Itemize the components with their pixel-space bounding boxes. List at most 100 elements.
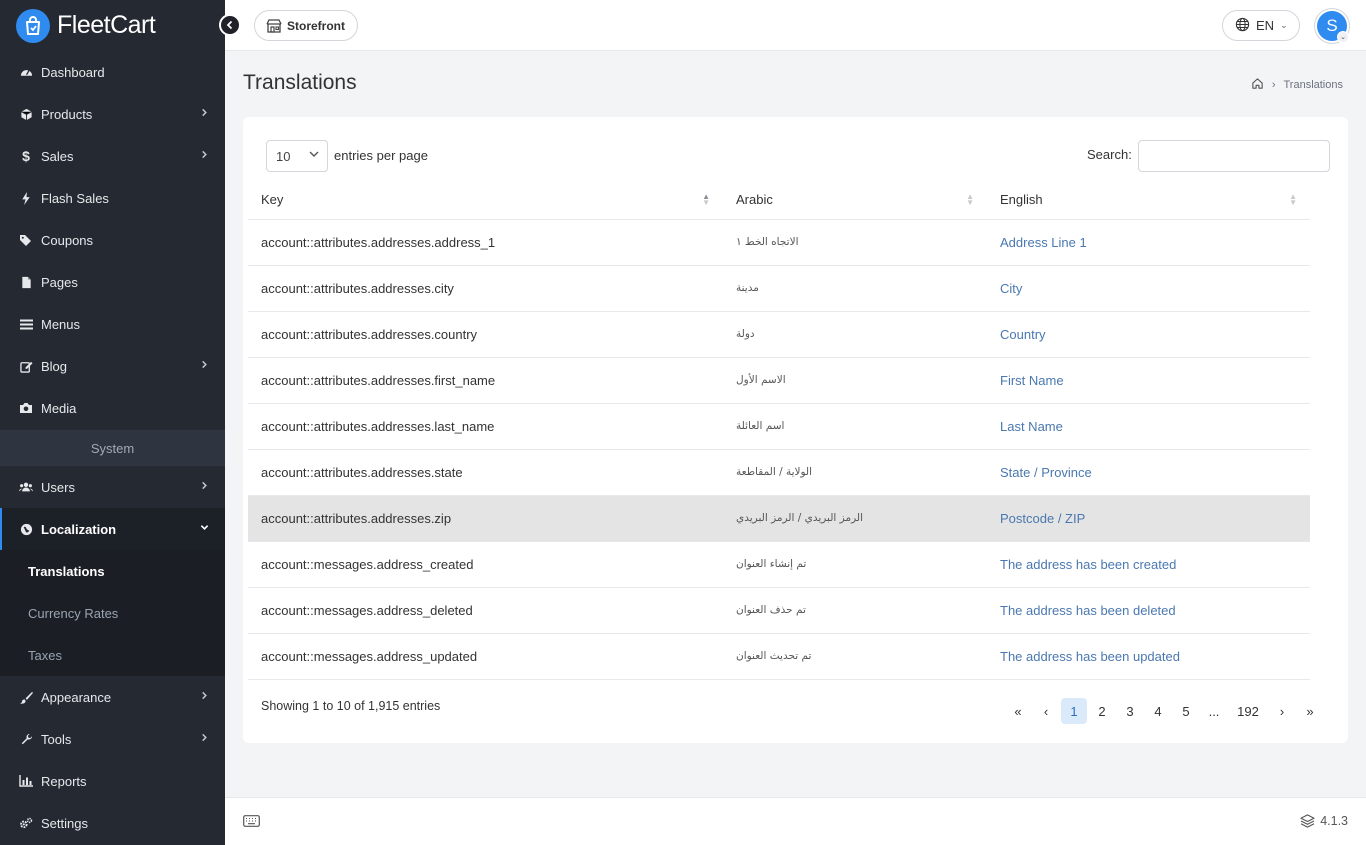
sidebar-item-products[interactable]: Products	[0, 93, 225, 135]
layers-icon	[1300, 814, 1315, 828]
tags-icon	[19, 233, 33, 247]
pagination-next-button[interactable]: ›	[1269, 698, 1295, 724]
column-header-key[interactable]: Key ▲ ▼	[248, 181, 723, 220]
sidebar-item-media[interactable]: Media	[0, 387, 225, 429]
chevron-down-icon	[309, 150, 319, 161]
cell-english[interactable]: Postcode / ZIP	[987, 495, 1310, 542]
chevron-right-icon	[200, 360, 209, 372]
cell-english[interactable]: City	[987, 265, 1310, 312]
cell-arabic: مدينة	[723, 265, 987, 312]
table-row[interactable]: account::attributes.addresses.zip الرمز ا…	[248, 495, 1310, 542]
keyboard-icon[interactable]	[243, 815, 260, 830]
cell-arabic: الولاية / المقاطعة	[723, 449, 987, 496]
cell-key: account::messages.address_updated	[248, 633, 723, 680]
sidebar-item-sales[interactable]: $ Sales	[0, 135, 225, 177]
pagination-page-3[interactable]: 3	[1117, 698, 1143, 724]
chevron-right-icon	[200, 150, 209, 162]
table-row[interactable]: account::attributes.addresses.last_name ا…	[248, 403, 1310, 450]
table-row[interactable]: account::attributes.addresses.state الولا…	[248, 449, 1310, 496]
cell-key: account::messages.address_deleted	[248, 587, 723, 634]
sidebar-item-label: Users	[41, 479, 75, 495]
sidebar-item-flash-sales[interactable]: Flash Sales	[0, 177, 225, 219]
dollar-icon: $	[22, 148, 30, 164]
cell-arabic: اسم العائلة	[723, 403, 987, 450]
sidebar-item-label: Dashboard	[41, 64, 105, 80]
pagination-ellipsis[interactable]: ...	[1201, 698, 1227, 724]
cell-english[interactable]: State / Province	[987, 449, 1310, 496]
sidebar-item-reports[interactable]: Reports	[0, 760, 225, 802]
table-row[interactable]: account::messages.address_updated تم تحدي…	[248, 633, 1310, 680]
sidebar-subitem-currency-rates[interactable]: Currency Rates	[0, 592, 225, 634]
pagination-last-button[interactable]: »	[1297, 698, 1323, 724]
pagination-prev-button[interactable]: ‹	[1033, 698, 1059, 724]
table-row[interactable]: account::messages.address_created تم إنشا…	[248, 541, 1310, 588]
sidebar-collapse-button[interactable]	[219, 14, 241, 36]
language-selector[interactable]: EN ⌄	[1222, 10, 1300, 41]
sidebar-item-appearance[interactable]: Appearance	[0, 676, 225, 718]
table-row[interactable]: account::attributes.addresses.city مدينة C…	[248, 265, 1310, 312]
file-icon	[19, 275, 33, 289]
brand[interactable]: FleetCart	[0, 0, 225, 51]
column-header-english[interactable]: English ▲ ▼	[987, 181, 1310, 220]
pagination-page-4[interactable]: 4	[1145, 698, 1171, 724]
sidebar-item-label: Menus	[41, 316, 81, 332]
sidebar-item-blog[interactable]: Blog	[0, 345, 225, 387]
pagination: «‹ 1 2 3 4 5... 192 ›»	[1003, 698, 1323, 724]
sidebar-item-label: Reports	[41, 773, 87, 789]
cell-key: account::attributes.addresses.last_name	[248, 403, 723, 450]
pagination-first-button[interactable]: «	[1005, 698, 1031, 724]
cell-english[interactable]: Country	[987, 311, 1310, 358]
globe-icon	[19, 522, 33, 536]
sidebar-item-menus[interactable]: Menus	[0, 303, 225, 345]
pagination-page-5[interactable]: 5	[1173, 698, 1199, 724]
cell-key: account::attributes.addresses.address_1	[248, 219, 723, 266]
table-row[interactable]: account::attributes.addresses.first_name…	[248, 357, 1310, 404]
sidebar-item-pages[interactable]: Pages	[0, 261, 225, 303]
sidebar: FleetCart Dashboard Products $ Sales Flash S…	[0, 0, 225, 845]
column-header-arabic[interactable]: Arabic ▲ ▼	[723, 181, 987, 220]
version-number: 4.1.3	[1320, 814, 1348, 828]
chevron-down-icon: ⌄	[1280, 20, 1288, 30]
search-label: Search:	[1087, 147, 1132, 162]
chevron-right-icon	[200, 481, 209, 493]
breadcrumb: › Translations	[1251, 77, 1343, 93]
sidebar-item-tools[interactable]: Tools	[0, 718, 225, 760]
table-row[interactable]: account::attributes.addresses.address_1 ا…	[248, 219, 1310, 266]
pagination-page-1[interactable]: 1	[1061, 698, 1087, 724]
page-length-select[interactable]: 10	[266, 140, 328, 172]
sidebar-item-users[interactable]: Users	[0, 466, 225, 508]
sidebar-item-settings[interactable]: Settings	[0, 802, 225, 844]
topbar: Storefront EN ⌄ S ⌄	[225, 0, 1366, 51]
sidebar-item-localization[interactable]: Localization	[0, 508, 225, 550]
home-icon[interactable]	[1251, 77, 1264, 93]
cell-english[interactable]: Last Name	[987, 403, 1310, 450]
cell-english[interactable]: First Name	[987, 357, 1310, 404]
sidebar-item-label: Flash Sales	[41, 190, 109, 206]
table-row[interactable]: account::messages.address_deleted تم حذف …	[248, 587, 1310, 634]
pagination-page-2[interactable]: 2	[1089, 698, 1115, 724]
user-avatar[interactable]: S ⌄	[1314, 8, 1350, 44]
bolt-icon	[19, 191, 33, 205]
cell-english[interactable]: Address Line 1	[987, 219, 1310, 266]
breadcrumb-current: Translations	[1283, 79, 1343, 91]
sidebar-item-coupons[interactable]: Coupons	[0, 219, 225, 261]
pagination-page-192[interactable]: 192	[1229, 698, 1267, 724]
page-length-value: 10	[276, 148, 291, 164]
sidebar-subitem-taxes[interactable]: Taxes	[0, 634, 225, 676]
cell-english[interactable]: The address has been deleted	[987, 587, 1310, 634]
cell-english[interactable]: The address has been updated	[987, 633, 1310, 680]
cube-icon	[19, 107, 33, 121]
sidebar-item-label: Products	[41, 106, 93, 122]
sidebar-subitem-translations[interactable]: Translations	[0, 550, 225, 592]
cell-key: account::messages.address_created	[248, 541, 723, 588]
storefront-button[interactable]: Storefront	[254, 10, 358, 41]
cell-arabic: الاسم الأول	[723, 357, 987, 404]
search-input[interactable]	[1138, 140, 1330, 172]
cart-logo-icon	[16, 8, 50, 43]
version-info: 4.1.3	[1300, 814, 1348, 828]
table-row[interactable]: account::attributes.addresses.country دول…	[248, 311, 1310, 358]
sidebar-item-dashboard[interactable]: Dashboard	[0, 51, 225, 93]
cell-english[interactable]: The address has been created	[987, 541, 1310, 588]
camera-icon	[19, 401, 33, 415]
cell-arabic: الاتجاه الخط ١	[723, 219, 987, 266]
